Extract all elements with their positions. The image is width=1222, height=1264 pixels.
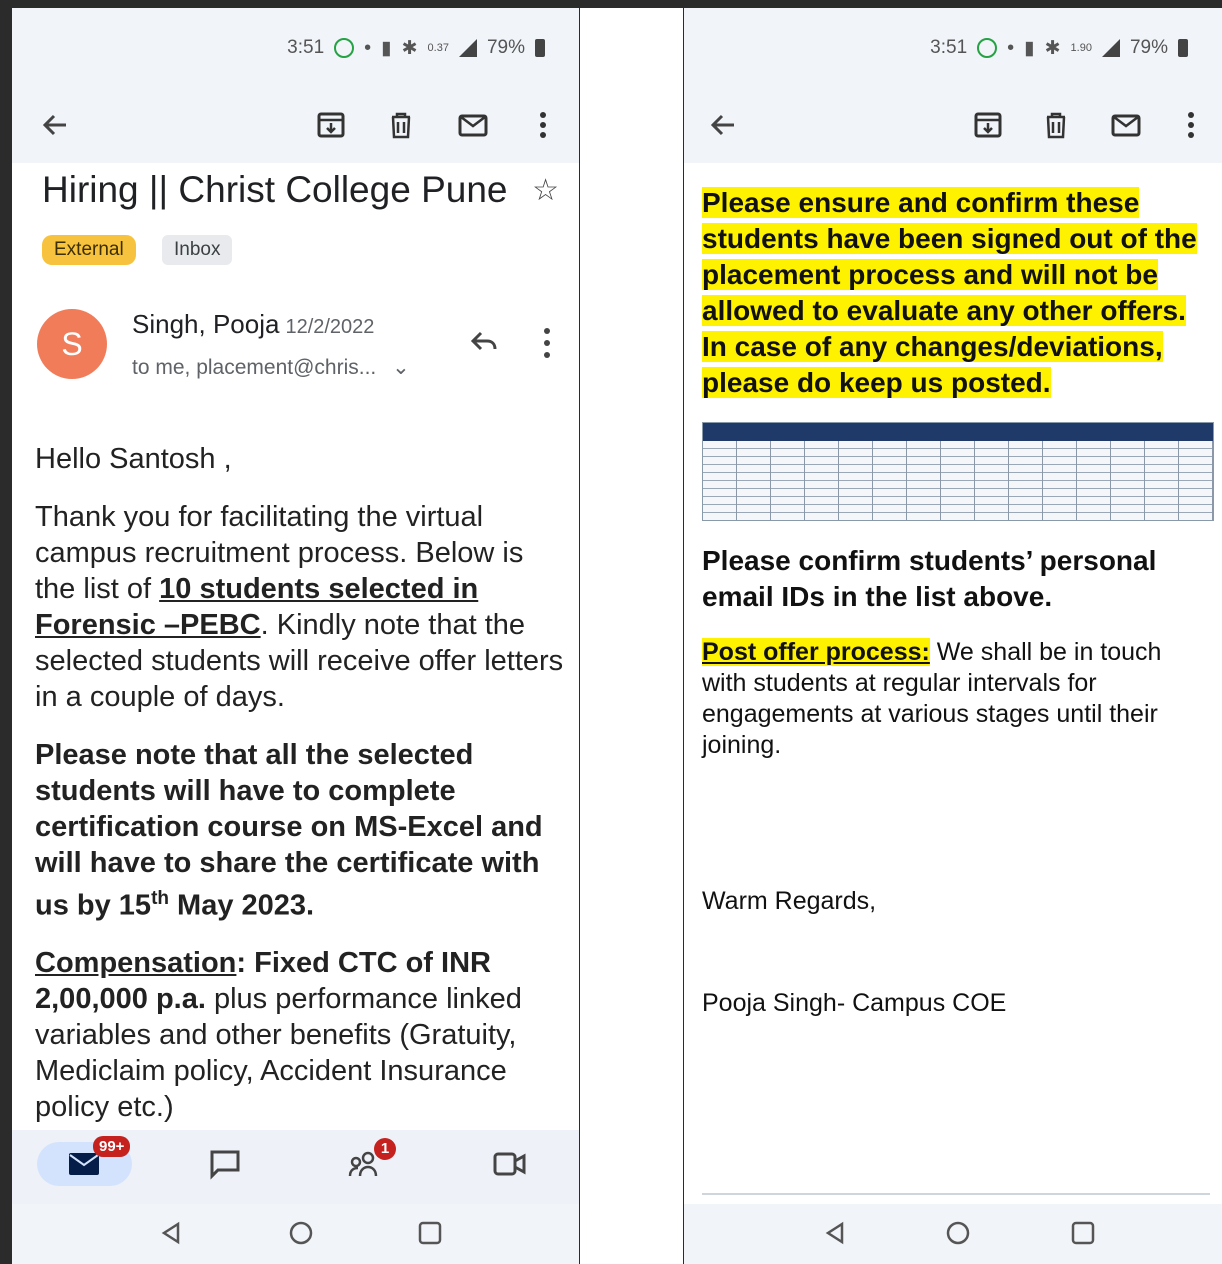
table-header-bar: [703, 423, 1213, 441]
left-phone-screen: 3:51 • ▮ ✱ 0.37 79% Hiring || Christ Col…: [12, 8, 579, 1264]
avatar[interactable]: S: [37, 309, 107, 379]
mark-unread-icon[interactable]: [456, 108, 490, 142]
status-time: 3:51: [930, 37, 968, 58]
delete-icon[interactable]: [1039, 108, 1073, 142]
back-triangle-icon[interactable]: [822, 1220, 848, 1246]
body-paragraph-3: Compensation: Fixed CTC of INR 2,00,000 …: [35, 945, 570, 1125]
whatsapp-icon: [334, 38, 355, 58]
body-paragraph-1: Thank you for facilitating the virtual c…: [35, 499, 570, 715]
post-offer-label: Post offer process:: [702, 638, 930, 666]
closing-regards: Warm Regards,: [702, 887, 877, 915]
battery-percent: 79%: [486, 37, 525, 58]
status-bar: 3:51 • ▮ ✱ 0.37 79%: [12, 8, 579, 88]
email-subject: Hiring || Christ College Pune: [42, 169, 508, 210]
email-content: Hiring || Christ College Pune ☆ External…: [12, 163, 579, 1264]
email-toolbar: [12, 88, 579, 163]
bluetooth-icon: ✱: [1044, 37, 1061, 59]
star-icon[interactable]: ☆: [532, 173, 559, 208]
highlighted-text: Please ensure and confirm these students…: [702, 187, 1197, 398]
table-columns: [703, 441, 1213, 520]
notification-dot-icon: •: [364, 36, 372, 59]
signal-icon: [458, 39, 477, 57]
status-bar: 3:51 • ▮ ✱ 1.90 79%: [684, 8, 1222, 88]
system-navigation: [12, 1204, 579, 1264]
sender-date: 12/2/2022: [285, 316, 375, 338]
home-circle-icon[interactable]: [945, 1220, 971, 1246]
nav-mail[interactable]: 99+: [37, 1136, 132, 1186]
whatsapp-icon: [977, 38, 998, 58]
more-options-icon[interactable]: [526, 108, 560, 142]
sender-name: Singh, Pooja: [132, 309, 280, 339]
greeting: Hello Santosh ,: [35, 443, 232, 475]
notification-dot-icon: •: [1007, 36, 1015, 59]
net-speed: 1.90: [1070, 42, 1092, 54]
back-arrow-icon[interactable]: [706, 108, 740, 142]
chevron-down-icon: ⌄: [392, 356, 410, 379]
meet-badge: 1: [374, 1138, 396, 1160]
recipients-toggle[interactable]: to me, placement@chris... ⌄: [132, 355, 410, 380]
mail-badge: 99+: [93, 1136, 131, 1157]
net-speed: 0.37: [427, 42, 449, 54]
inbox-label[interactable]: Inbox: [162, 235, 233, 265]
p2-text-end: May 2023.: [169, 889, 315, 922]
system-navigation: [684, 1204, 1222, 1264]
recents-square-icon[interactable]: [417, 1220, 443, 1246]
body-paragraph-2: Please note that all the selected studen…: [35, 737, 570, 924]
home-circle-icon[interactable]: [288, 1220, 314, 1246]
screenshot-divider: [580, 8, 683, 1264]
signature: Pooja Singh- Campus COE: [702, 989, 1007, 1017]
signal-icon: [1101, 39, 1120, 57]
vibrate-icon: ▮: [1024, 37, 1035, 59]
recipients-text: to me, placement@chris...: [132, 356, 377, 379]
sender-line: Singh, Pooja 12/2/2022: [132, 309, 374, 340]
battery-icon: [535, 39, 545, 57]
status-time: 3:51: [287, 37, 325, 58]
bottom-navigation: 99+ 1: [12, 1130, 579, 1210]
confirm-email-paragraph: Please confirm students’ personal email …: [702, 545, 1157, 612]
post-offer-paragraph: Post offer process: We shall be in touch…: [702, 637, 1207, 761]
vibrate-icon: ▮: [381, 37, 392, 59]
footer-divider: [702, 1193, 1210, 1195]
student-list-table-image: [702, 422, 1214, 521]
recents-square-icon[interactable]: [1070, 1220, 1096, 1246]
right-phone-screen: 3:51 • ▮ ✱ 1.90 79% Please ensure and co…: [684, 8, 1222, 1264]
compensation-colon: :: [236, 947, 255, 979]
chat-icon[interactable]: [208, 1148, 242, 1185]
bluetooth-icon: ✱: [401, 37, 418, 59]
video-camera-icon[interactable]: [492, 1150, 528, 1183]
confirmation-request: Please ensure and confirm these students…: [702, 185, 1207, 401]
compensation-label: Compensation: [35, 947, 237, 979]
p2-superscript: th: [151, 888, 169, 909]
mark-unread-icon[interactable]: [1109, 108, 1143, 142]
battery-icon: [1178, 39, 1188, 57]
battery-percent: 79%: [1129, 37, 1168, 58]
message-more-icon[interactable]: [532, 323, 562, 363]
delete-icon[interactable]: [384, 108, 418, 142]
external-label[interactable]: External: [42, 235, 136, 265]
more-options-icon[interactable]: [1174, 108, 1208, 142]
archive-icon[interactable]: [971, 108, 1005, 142]
reply-icon[interactable]: [467, 325, 501, 359]
archive-icon[interactable]: [314, 108, 348, 142]
email-content: Please ensure and confirm these students…: [684, 163, 1222, 1264]
spaces-icon[interactable]: 1: [348, 1138, 396, 1185]
email-toolbar: [684, 88, 1222, 163]
back-triangle-icon[interactable]: [158, 1220, 184, 1246]
back-arrow-icon[interactable]: [38, 108, 72, 142]
